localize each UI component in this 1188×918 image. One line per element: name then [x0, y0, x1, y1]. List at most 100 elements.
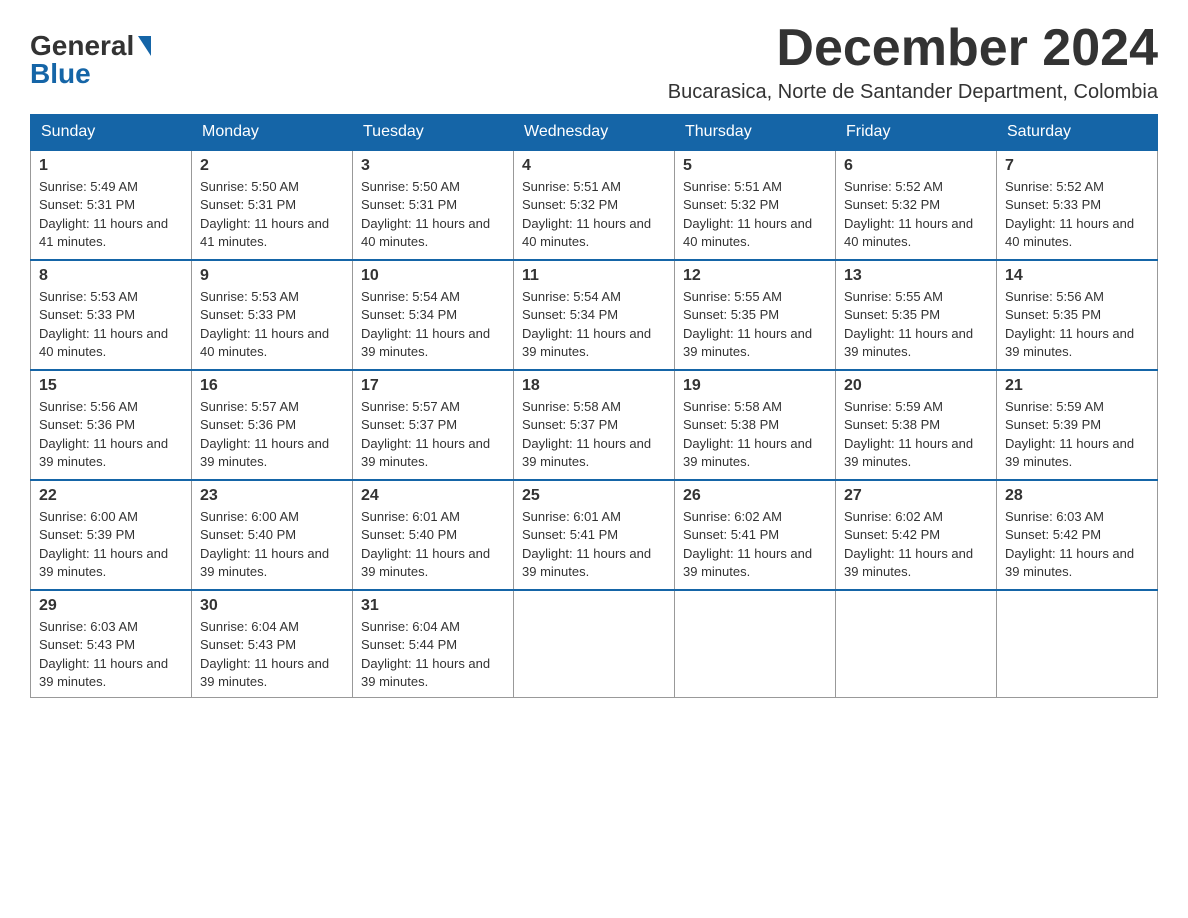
page-header: General Blue December 2024 Bucarasica, N… [30, 20, 1158, 104]
day-number: 5 [683, 157, 827, 175]
location-title: Bucarasica, Norte de Santander Departmen… [668, 81, 1158, 104]
day-info: Sunrise: 5:53 AM Sunset: 5:33 PM Dayligh… [39, 288, 183, 361]
calendar-week-row: 22 Sunrise: 6:00 AM Sunset: 5:39 PM Dayl… [31, 480, 1158, 590]
header-friday: Friday [836, 115, 997, 151]
table-row: 31 Sunrise: 6:04 AM Sunset: 5:44 PM Dayl… [353, 590, 514, 697]
header-saturday: Saturday [997, 115, 1158, 151]
day-info: Sunrise: 5:53 AM Sunset: 5:33 PM Dayligh… [200, 288, 344, 361]
day-info: Sunrise: 5:56 AM Sunset: 5:35 PM Dayligh… [1005, 288, 1149, 361]
day-number: 15 [39, 377, 183, 395]
day-info: Sunrise: 6:01 AM Sunset: 5:40 PM Dayligh… [361, 508, 505, 581]
table-row: 17 Sunrise: 5:57 AM Sunset: 5:37 PM Dayl… [353, 370, 514, 480]
table-row: 1 Sunrise: 5:49 AM Sunset: 5:31 PM Dayli… [31, 150, 192, 260]
day-number: 13 [844, 267, 988, 285]
day-info: Sunrise: 6:02 AM Sunset: 5:42 PM Dayligh… [844, 508, 988, 581]
day-number: 18 [522, 377, 666, 395]
logo-blue-text: Blue [30, 58, 91, 90]
day-number: 21 [1005, 377, 1149, 395]
day-info: Sunrise: 6:00 AM Sunset: 5:39 PM Dayligh… [39, 508, 183, 581]
day-number: 25 [522, 487, 666, 505]
table-row: 13 Sunrise: 5:55 AM Sunset: 5:35 PM Dayl… [836, 260, 997, 370]
table-row [675, 590, 836, 697]
day-info: Sunrise: 5:55 AM Sunset: 5:35 PM Dayligh… [683, 288, 827, 361]
day-info: Sunrise: 6:00 AM Sunset: 5:40 PM Dayligh… [200, 508, 344, 581]
calendar-week-row: 8 Sunrise: 5:53 AM Sunset: 5:33 PM Dayli… [31, 260, 1158, 370]
table-row: 20 Sunrise: 5:59 AM Sunset: 5:38 PM Dayl… [836, 370, 997, 480]
table-row [997, 590, 1158, 697]
header-wednesday: Wednesday [514, 115, 675, 151]
day-number: 31 [361, 597, 505, 615]
day-number: 14 [1005, 267, 1149, 285]
table-row: 23 Sunrise: 6:00 AM Sunset: 5:40 PM Dayl… [192, 480, 353, 590]
table-row: 2 Sunrise: 5:50 AM Sunset: 5:31 PM Dayli… [192, 150, 353, 260]
day-number: 4 [522, 157, 666, 175]
day-info: Sunrise: 5:57 AM Sunset: 5:36 PM Dayligh… [200, 398, 344, 471]
table-row: 26 Sunrise: 6:02 AM Sunset: 5:41 PM Dayl… [675, 480, 836, 590]
table-row: 24 Sunrise: 6:01 AM Sunset: 5:40 PM Dayl… [353, 480, 514, 590]
calendar-week-row: 29 Sunrise: 6:03 AM Sunset: 5:43 PM Dayl… [31, 590, 1158, 697]
table-row: 7 Sunrise: 5:52 AM Sunset: 5:33 PM Dayli… [997, 150, 1158, 260]
day-number: 1 [39, 157, 183, 175]
table-row: 15 Sunrise: 5:56 AM Sunset: 5:36 PM Dayl… [31, 370, 192, 480]
day-number: 23 [200, 487, 344, 505]
day-info: Sunrise: 5:51 AM Sunset: 5:32 PM Dayligh… [683, 178, 827, 251]
table-row: 4 Sunrise: 5:51 AM Sunset: 5:32 PM Dayli… [514, 150, 675, 260]
table-row: 9 Sunrise: 5:53 AM Sunset: 5:33 PM Dayli… [192, 260, 353, 370]
header-sunday: Sunday [31, 115, 192, 151]
calendar-week-row: 1 Sunrise: 5:49 AM Sunset: 5:31 PM Dayli… [31, 150, 1158, 260]
logo: General Blue [30, 30, 151, 90]
day-number: 29 [39, 597, 183, 615]
day-info: Sunrise: 5:52 AM Sunset: 5:32 PM Dayligh… [844, 178, 988, 251]
day-info: Sunrise: 5:57 AM Sunset: 5:37 PM Dayligh… [361, 398, 505, 471]
header-monday: Monday [192, 115, 353, 151]
table-row: 8 Sunrise: 5:53 AM Sunset: 5:33 PM Dayli… [31, 260, 192, 370]
day-info: Sunrise: 5:56 AM Sunset: 5:36 PM Dayligh… [39, 398, 183, 471]
day-info: Sunrise: 6:02 AM Sunset: 5:41 PM Dayligh… [683, 508, 827, 581]
title-section: December 2024 Bucarasica, Norte de Santa… [668, 20, 1158, 104]
day-info: Sunrise: 5:54 AM Sunset: 5:34 PM Dayligh… [361, 288, 505, 361]
day-number: 27 [844, 487, 988, 505]
table-row: 14 Sunrise: 5:56 AM Sunset: 5:35 PM Dayl… [997, 260, 1158, 370]
table-row: 21 Sunrise: 5:59 AM Sunset: 5:39 PM Dayl… [997, 370, 1158, 480]
calendar-table: Sunday Monday Tuesday Wednesday Thursday… [30, 114, 1158, 698]
table-row: 11 Sunrise: 5:54 AM Sunset: 5:34 PM Dayl… [514, 260, 675, 370]
day-number: 24 [361, 487, 505, 505]
day-number: 7 [1005, 157, 1149, 175]
day-info: Sunrise: 5:55 AM Sunset: 5:35 PM Dayligh… [844, 288, 988, 361]
calendar-header-row: Sunday Monday Tuesday Wednesday Thursday… [31, 115, 1158, 151]
day-info: Sunrise: 5:59 AM Sunset: 5:38 PM Dayligh… [844, 398, 988, 471]
day-info: Sunrise: 6:03 AM Sunset: 5:43 PM Dayligh… [39, 618, 183, 691]
table-row: 16 Sunrise: 5:57 AM Sunset: 5:36 PM Dayl… [192, 370, 353, 480]
day-info: Sunrise: 5:52 AM Sunset: 5:33 PM Dayligh… [1005, 178, 1149, 251]
day-number: 30 [200, 597, 344, 615]
day-info: Sunrise: 5:49 AM Sunset: 5:31 PM Dayligh… [39, 178, 183, 251]
table-row: 3 Sunrise: 5:50 AM Sunset: 5:31 PM Dayli… [353, 150, 514, 260]
table-row: 5 Sunrise: 5:51 AM Sunset: 5:32 PM Dayli… [675, 150, 836, 260]
day-number: 9 [200, 267, 344, 285]
day-info: Sunrise: 6:04 AM Sunset: 5:44 PM Dayligh… [361, 618, 505, 691]
day-number: 11 [522, 267, 666, 285]
day-number: 3 [361, 157, 505, 175]
table-row [836, 590, 997, 697]
table-row: 30 Sunrise: 6:04 AM Sunset: 5:43 PM Dayl… [192, 590, 353, 697]
day-info: Sunrise: 6:03 AM Sunset: 5:42 PM Dayligh… [1005, 508, 1149, 581]
day-number: 6 [844, 157, 988, 175]
day-info: Sunrise: 6:04 AM Sunset: 5:43 PM Dayligh… [200, 618, 344, 691]
day-number: 26 [683, 487, 827, 505]
month-title: December 2024 [668, 20, 1158, 77]
table-row: 29 Sunrise: 6:03 AM Sunset: 5:43 PM Dayl… [31, 590, 192, 697]
table-row: 22 Sunrise: 6:00 AM Sunset: 5:39 PM Dayl… [31, 480, 192, 590]
day-info: Sunrise: 5:51 AM Sunset: 5:32 PM Dayligh… [522, 178, 666, 251]
day-number: 8 [39, 267, 183, 285]
day-info: Sunrise: 5:58 AM Sunset: 5:37 PM Dayligh… [522, 398, 666, 471]
day-number: 28 [1005, 487, 1149, 505]
day-number: 2 [200, 157, 344, 175]
table-row: 25 Sunrise: 6:01 AM Sunset: 5:41 PM Dayl… [514, 480, 675, 590]
day-info: Sunrise: 5:58 AM Sunset: 5:38 PM Dayligh… [683, 398, 827, 471]
table-row: 28 Sunrise: 6:03 AM Sunset: 5:42 PM Dayl… [997, 480, 1158, 590]
table-row: 27 Sunrise: 6:02 AM Sunset: 5:42 PM Dayl… [836, 480, 997, 590]
day-info: Sunrise: 5:54 AM Sunset: 5:34 PM Dayligh… [522, 288, 666, 361]
day-info: Sunrise: 5:59 AM Sunset: 5:39 PM Dayligh… [1005, 398, 1149, 471]
table-row [514, 590, 675, 697]
day-number: 20 [844, 377, 988, 395]
